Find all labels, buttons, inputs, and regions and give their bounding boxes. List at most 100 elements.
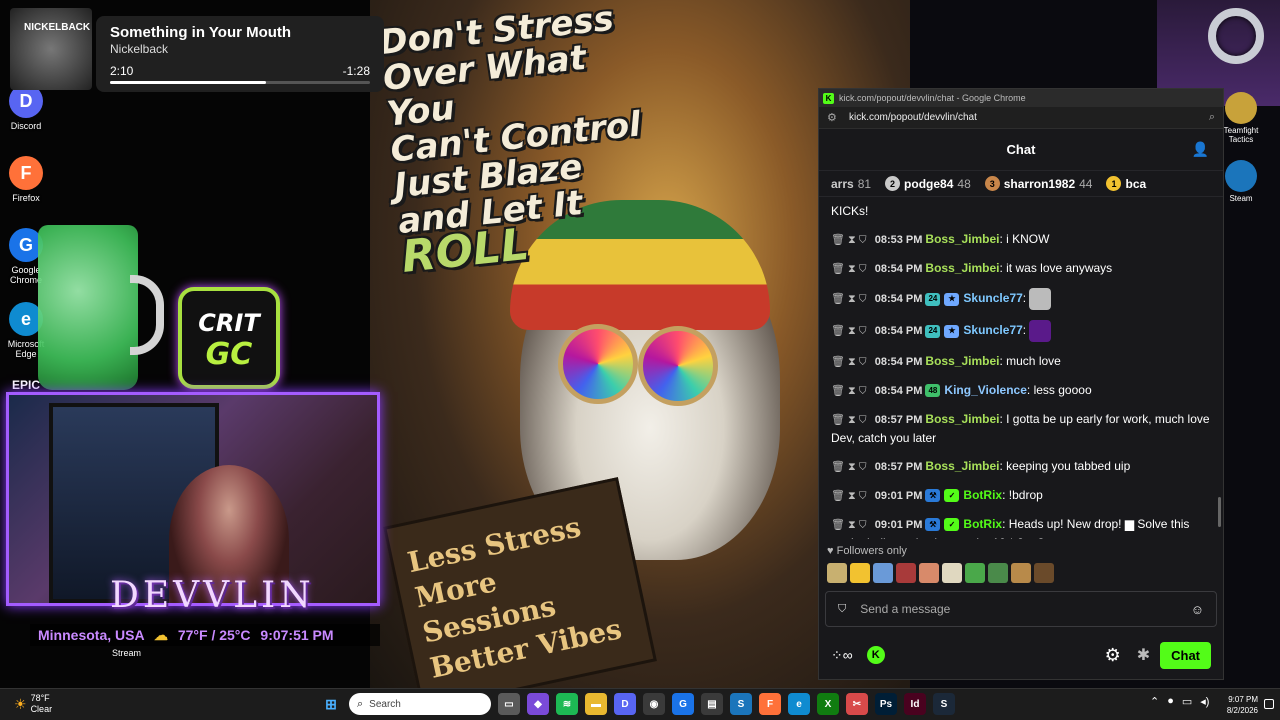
stream-label[interactable]: Stream <box>112 648 141 658</box>
discord-icon[interactable]: D <box>614 693 636 715</box>
sun-icon: ☀ <box>14 695 27 712</box>
poster-headline: Don't Stress Over What You Can't Control… <box>377 0 683 283</box>
weather-icon: ☁ <box>153 627 168 643</box>
leader-user[interactable]: arrs <box>831 177 854 191</box>
user-badge: 24 <box>925 324 941 338</box>
volume-icon[interactable]: ◂) <box>1200 695 1209 708</box>
steam2-icon[interactable]: S <box>933 693 955 715</box>
steam-icon[interactable]: S <box>730 693 752 715</box>
microphone-icon[interactable]: ● <box>1167 695 1174 708</box>
weather-text: 77°F / 25°C <box>177 627 251 643</box>
extension-icon[interactable]: ✱ <box>1137 645 1150 665</box>
display-icon[interactable]: ▭ <box>1182 695 1192 708</box>
emote-button[interactable] <box>827 563 847 583</box>
search-icon: ⌕ <box>357 697 364 710</box>
zoom-icon[interactable]: ⌕ <box>1209 111 1215 124</box>
media-flyout[interactable]: Something in Your Mouth Nickelback 2:10 … <box>96 16 384 92</box>
system-tray: ⌃ ● ▭ ◂) <box>1150 695 1209 708</box>
mod-actions[interactable]: 🗑 ⧗ ⛉ <box>831 487 867 505</box>
mod-actions[interactable]: 🗑 ⧗ ⛉ <box>831 290 867 308</box>
message-username[interactable]: Boss_Jimbei <box>925 354 999 368</box>
desktop-icon-firefox[interactable]: F Firefox <box>0 156 52 203</box>
copilot-icon[interactable]: ◆ <box>527 693 549 715</box>
emote-button[interactable] <box>988 563 1008 583</box>
leader-user[interactable]: bca <box>1125 177 1146 191</box>
epic-label[interactable]: EPIC <box>12 378 40 392</box>
url-text[interactable]: kick.com/popout/devvlin/chat <box>849 112 977 123</box>
mod-actions[interactable]: 🗑 ⧗ ⛉ <box>831 260 867 278</box>
snipping-icon[interactable]: ✂ <box>846 693 868 715</box>
message-username[interactable]: Skuncle77 <box>963 291 1022 305</box>
mod-actions[interactable]: 🗑 ⧗ ⛉ <box>831 458 867 476</box>
time-text: 9:07:51 PM <box>260 627 334 643</box>
send-chat-button[interactable]: Chat <box>1160 641 1211 669</box>
kick-icon[interactable]: K <box>866 646 885 664</box>
site-settings-icon[interactable]: ⚙ <box>827 111 839 124</box>
lens-right <box>638 326 718 406</box>
emote-button[interactable] <box>1034 563 1054 583</box>
message-username[interactable]: King_Violence <box>944 383 1026 397</box>
emote-button[interactable] <box>942 563 962 583</box>
notification-icon[interactable] <box>1264 699 1274 709</box>
message-username[interactable]: Boss_Jimbei <box>925 459 999 473</box>
emote-button[interactable] <box>1011 563 1031 583</box>
lens-left <box>558 324 638 404</box>
folder-icon[interactable]: ▬ <box>585 693 607 715</box>
emoji-icon[interactable]: ☺ <box>1191 602 1204 617</box>
message-username[interactable]: BotRix <box>963 517 1002 531</box>
webcam-feed <box>6 392 380 606</box>
emote-button[interactable] <box>896 563 916 583</box>
taskbar-search[interactable]: ⌕ Search <box>349 693 491 715</box>
ring-decoration <box>1208 8 1264 64</box>
weather-widget[interactable]: ☀ 78°F Clear <box>14 693 52 715</box>
xbox-icon[interactable]: X <box>817 693 839 715</box>
teamfight-tactics-icon <box>1225 92 1257 124</box>
desktop-icon-discord[interactable]: D Discord <box>0 84 52 131</box>
mod-actions[interactable]: 🗑 ⧗ ⛉ <box>831 411 867 429</box>
start-icon[interactable]: ⊞ <box>320 693 342 715</box>
indesign-icon[interactable]: Id <box>904 693 926 715</box>
message-input[interactable]: ⛉ Send a message ☺ <box>825 591 1217 627</box>
mod-actions[interactable]: 🗑 ⧗ ⛉ <box>831 322 867 340</box>
chat-message: 🗑 ⧗ ⛉ 08:53 PM Boss_Jimbei: i KNOW <box>831 225 1211 254</box>
chat-message: 🗑 ⧗ ⛉ 08:54 PM 24 ★ Skuncle77: <box>831 283 1211 315</box>
message-username[interactable]: Boss_Jimbei <box>925 261 999 275</box>
emote-button[interactable] <box>873 563 893 583</box>
followers-only-label: Followers only <box>836 545 907 557</box>
user-list-icon[interactable]: 👤 <box>1192 141 1209 158</box>
spotify-icon[interactable]: ≋ <box>556 693 578 715</box>
leader-user[interactable]: podge84 <box>904 177 953 191</box>
leader-user[interactable]: sharron1982 <box>1004 177 1075 191</box>
window-titlebar[interactable]: K kick.com/popout/devvlin/chat - Google … <box>819 89 1223 107</box>
message-username[interactable]: Skuncle77 <box>963 323 1022 337</box>
taskbar-clock[interactable]: 9:07 PM 8/2/2026 <box>1227 694 1258 716</box>
gear-icon[interactable]: ⚙ <box>1105 645 1121 666</box>
emote-button[interactable] <box>965 563 985 583</box>
message-username[interactable]: BotRix <box>963 488 1002 502</box>
user-badge: ⚒ <box>925 489 941 503</box>
elapsed-time: 2:10 <box>110 64 134 78</box>
emote-button[interactable] <box>850 563 870 583</box>
emote-button[interactable] <box>919 563 939 583</box>
address-bar[interactable]: ⚙ kick.com/popout/devvlin/chat ⌕ <box>819 107 1223 129</box>
mod-actions[interactable]: 🗑 ⧗ ⛉ <box>831 231 867 249</box>
rank-badge: 1 <box>1106 176 1122 191</box>
photoshop-icon[interactable]: Ps <box>875 693 897 715</box>
chat-header: Chat 👤 <box>819 129 1223 171</box>
terminal-icon[interactable]: ▤ <box>701 693 723 715</box>
infinity-icon[interactable]: ⁘∞ <box>831 647 853 664</box>
obs-icon[interactable]: ◉ <box>643 693 665 715</box>
mod-actions[interactable]: 🗑 ⧗ ⛉ <box>831 353 867 371</box>
mod-actions[interactable]: 🗑 ⧗ ⛉ <box>831 516 867 534</box>
progress-bar[interactable] <box>110 81 370 84</box>
chrome-icon[interactable]: G <box>672 693 694 715</box>
file-explorer-icon[interactable]: ▭ <box>498 693 520 715</box>
edge-icon[interactable]: e <box>788 693 810 715</box>
chat-message: 🗑 ⧗ ⛉ 08:54 PM Boss_Jimbei: much love <box>831 347 1211 376</box>
message-username[interactable]: Boss_Jimbei <box>925 412 999 426</box>
chevron-up-icon[interactable]: ⌃ <box>1150 695 1159 708</box>
mod-actions[interactable]: 🗑 ⧗ ⛉ <box>831 382 867 400</box>
message-username[interactable]: Boss_Jimbei <box>925 232 999 246</box>
firefox-icon[interactable]: F <box>759 693 781 715</box>
chat-scrollbar[interactable] <box>1218 497 1221 527</box>
